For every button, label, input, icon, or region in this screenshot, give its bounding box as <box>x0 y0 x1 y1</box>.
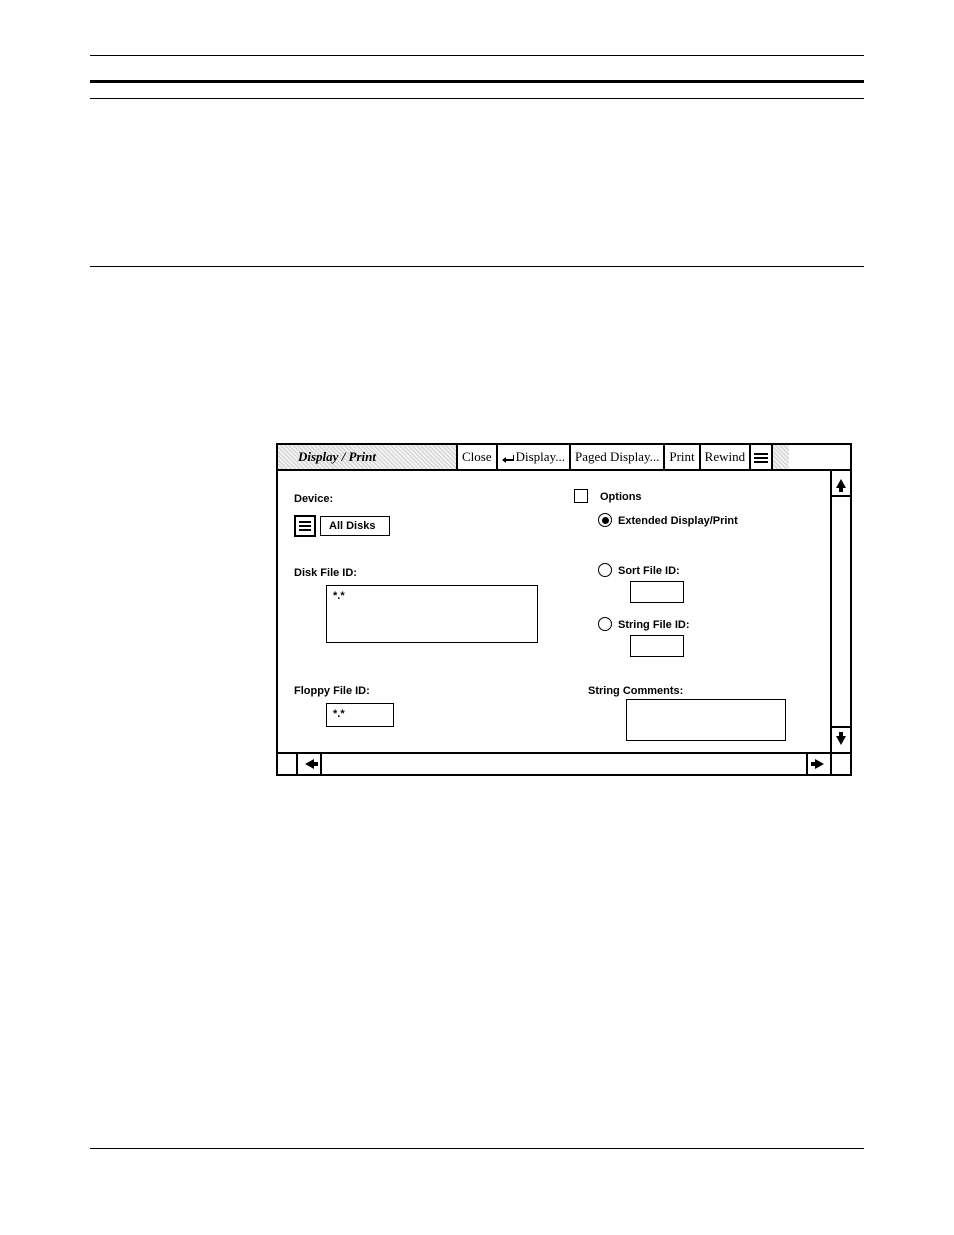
vertical-scrollbar[interactable] <box>830 471 850 752</box>
window-content: Device: All Disks Disk File ID: *.* Flop… <box>278 471 830 752</box>
device-selector[interactable]: All Disks <box>294 515 390 537</box>
horizontal-scrollbar[interactable] <box>278 752 850 774</box>
close-button[interactable]: Close <box>456 445 496 469</box>
window-title: Display / Print <box>278 445 456 469</box>
page-rule <box>90 80 864 83</box>
device-value: All Disks <box>320 516 390 536</box>
close-button-label: Close <box>462 449 492 465</box>
rewind-button-label: Rewind <box>705 449 745 465</box>
floppy-file-id-value: *.* <box>327 704 393 724</box>
titlebar-stripe <box>771 445 789 469</box>
horizontal-scroll-track[interactable] <box>322 754 806 774</box>
paged-display-button[interactable]: Paged Display... <box>569 445 663 469</box>
scrollbar-corner <box>278 754 298 774</box>
print-button-label: Print <box>669 449 694 465</box>
vertical-scroll-track[interactable] <box>832 497 850 726</box>
disk-file-id-label: Disk File ID: <box>294 567 357 579</box>
page-rule <box>90 1148 864 1149</box>
options-label: Options <box>600 491 642 503</box>
list-icon <box>294 515 316 537</box>
scroll-down-button[interactable] <box>832 726 850 752</box>
window-body: Device: All Disks Disk File ID: *.* Flop… <box>278 471 850 774</box>
string-comments-label: String Comments: <box>588 685 683 697</box>
sort-file-id-input[interactable] <box>630 581 684 603</box>
window-menu-button[interactable] <box>749 445 771 469</box>
page-rule <box>90 55 864 56</box>
device-label: Device: <box>294 493 333 505</box>
arrow-down-icon <box>836 736 846 745</box>
rewind-button[interactable]: Rewind <box>699 445 749 469</box>
disk-file-id-value: *.* <box>327 586 537 606</box>
sort-file-id-label: Sort File ID: <box>618 565 680 577</box>
page-rule <box>90 98 864 99</box>
menu-icon <box>754 451 768 463</box>
paged-display-button-label: Paged Display... <box>575 449 659 465</box>
sort-file-id-radio[interactable] <box>598 563 612 577</box>
scroll-left-button[interactable] <box>298 754 322 774</box>
string-comments-input[interactable] <box>626 699 786 741</box>
display-print-window: Display / Print Close Display... Paged D… <box>276 443 852 776</box>
window-middle: Device: All Disks Disk File ID: *.* Flop… <box>278 471 850 752</box>
string-file-id-label: String File ID: <box>618 619 690 631</box>
floppy-file-id-input[interactable]: *.* <box>326 703 394 727</box>
enter-icon <box>502 452 514 462</box>
extended-display-print-radio[interactable] <box>598 513 612 527</box>
arrow-right-icon <box>815 759 824 769</box>
print-button[interactable]: Print <box>663 445 698 469</box>
document-page: Display / Print Close Display... Paged D… <box>0 0 954 1235</box>
disk-file-id-input[interactable]: *.* <box>326 585 538 643</box>
options-checkbox[interactable] <box>574 489 588 503</box>
extended-display-print-label: Extended Display/Print <box>618 515 738 527</box>
page-rule <box>90 266 864 267</box>
display-button[interactable]: Display... <box>496 445 569 469</box>
display-button-label: Display... <box>516 449 565 465</box>
arrow-up-icon <box>836 479 846 488</box>
scroll-up-button[interactable] <box>832 471 850 497</box>
floppy-file-id-label: Floppy File ID: <box>294 685 370 697</box>
window-titlebar: Display / Print Close Display... Paged D… <box>278 445 850 471</box>
scroll-right-button[interactable] <box>806 754 830 774</box>
string-file-id-radio[interactable] <box>598 617 612 631</box>
titlebar-buttons: Close Display... Paged Display... Print … <box>456 445 771 469</box>
scrollbar-corner <box>830 754 850 774</box>
string-file-id-input[interactable] <box>630 635 684 657</box>
arrow-left-icon <box>305 759 314 769</box>
